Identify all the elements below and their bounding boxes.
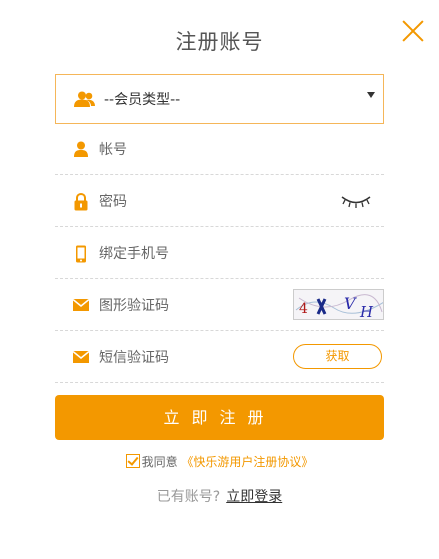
register-button[interactable]: 立即注册 [55,395,384,440]
phone-icon [73,245,89,263]
eye-closed-icon[interactable] [340,192,372,212]
user-icon [73,141,89,157]
account-field[interactable]: 帐号 [55,124,384,175]
lock-icon [73,192,89,211]
password-field[interactable]: 密码 [55,176,384,227]
captcha-field[interactable]: 图形验证码 4 V H [55,280,384,331]
account-placeholder: 帐号 [99,142,127,158]
agree-text: 我同意 [141,455,178,469]
agreement-link[interactable]: 《快乐游用户注册协议》 [181,455,313,469]
password-placeholder: 密码 [99,194,127,210]
close-icon[interactable] [400,18,426,44]
sms-code-field[interactable]: 短信验证码 获取 [55,332,384,383]
phone-field[interactable]: 绑定手机号 [55,228,384,279]
page-title: 注册账号 [175,30,264,54]
agree-checkbox[interactable] [125,454,140,468]
captcha-placeholder: 图形验证码 [99,298,169,314]
dropdown-arrow-icon [367,92,375,98]
envelope-icon [72,297,90,313]
login-line: 已有账号? 立即登录 [0,486,439,506]
envelope-icon [72,349,90,365]
svg-text:4: 4 [299,301,308,317]
sms-code-placeholder: 短信验证码 [99,350,169,366]
login-link[interactable]: 立即登录 [226,489,282,505]
captcha-image[interactable]: 4 V H [293,289,384,320]
login-prompt: 已有账号? [156,489,221,505]
agreement-line: 我同意 《快乐游用户注册协议》 [0,453,439,470]
member-type-select[interactable]: --会员类型-- [55,74,384,124]
member-type-value: --会员类型-- [104,92,181,108]
svg-text:H: H [359,303,374,320]
phone-placeholder: 绑定手机号 [99,246,169,262]
users-icon [74,91,96,111]
get-sms-code-button[interactable]: 获取 [293,344,382,369]
svg-text:V: V [344,294,357,313]
